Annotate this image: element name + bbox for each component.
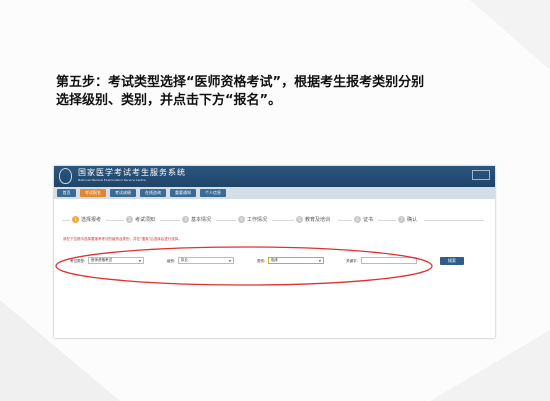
progress-steps: 1 选择报考 2 考试须知 3 基本情况 4 工作情况 5 教育及培训 6 证书…	[62, 215, 487, 225]
nav-item-notices[interactable]: 重要通知	[170, 189, 196, 197]
step-6-label: 证书	[363, 217, 374, 223]
instruction-line-1: 第五步：考试类型选择“医师资格考试”，根据考生报考类别分别	[56, 75, 425, 90]
nav-item-exam-registration[interactable]: 考试报名	[80, 189, 106, 197]
step-5-circle: 5	[296, 216, 303, 223]
exam-type-value: 医师资格考试	[91, 258, 112, 262]
nav-item-profile[interactable]: 个人信息	[200, 189, 226, 197]
main-nav: 首页 考试报名 考试成绩 在线咨询 重要通知 个人信息	[54, 187, 495, 199]
step-connector	[106, 220, 124, 221]
step-connector	[424, 220, 484, 221]
site-title: 国家医学考试考生服务系统	[78, 168, 186, 177]
step-5-label: 教育及培训	[305, 217, 331, 223]
step-connector	[216, 220, 236, 221]
instruction-line-2: 选择级别、类别，并点击下方“报名”。	[56, 93, 282, 108]
nav-item-home[interactable]: 首页	[57, 189, 76, 197]
category-label: 类别:	[257, 259, 266, 263]
step-connector	[338, 220, 352, 221]
keyword-input[interactable]	[361, 257, 417, 264]
search-button[interactable]: 搜索	[440, 257, 464, 265]
emblem-icon	[59, 168, 72, 184]
step-4-label: 工作情况	[247, 217, 268, 223]
exam-type-select[interactable]: 医师资格考试 ▼	[88, 257, 144, 264]
step-1-circle: 1	[72, 216, 79, 223]
step-connector	[378, 220, 396, 221]
step-connector	[272, 220, 294, 221]
site-header: 国家医学考试考生服务系统 National Medical Examinatio…	[54, 166, 495, 187]
level-label: 级别:	[167, 259, 176, 263]
step-connector	[62, 220, 70, 221]
category-value: 临床	[271, 258, 278, 262]
exam-type-label: 考试类型:	[70, 259, 86, 263]
chevron-down-icon: ▼	[318, 259, 321, 263]
embedded-screenshot: 国家医学考试考生服务系统 National Medical Examinatio…	[54, 166, 495, 338]
nav-item-exam-scores[interactable]: 考试成绩	[110, 189, 136, 197]
step-7-label: 确认	[407, 217, 418, 223]
category-select[interactable]: 临床 ▼	[268, 257, 324, 264]
step-2-label: 考试须知	[135, 217, 156, 223]
chevron-down-icon: ▼	[138, 259, 141, 263]
step-4-circle: 4	[238, 216, 245, 223]
user-menu-button[interactable]	[472, 170, 490, 180]
step-2-circle: 2	[126, 216, 133, 223]
instruction-notice: 请在下拉框中选择要报考考试的级别及类别，并在"搜索"后选择后进行选择。	[63, 237, 182, 241]
step-1-label: 选择报考	[81, 217, 102, 223]
level-select[interactable]: 执业 ▼	[178, 257, 234, 264]
site-subtitle: National Medical Examination Service Cen…	[78, 178, 146, 182]
level-value: 执业	[181, 258, 188, 262]
keyword-label: 关键字:	[346, 259, 358, 263]
nav-item-online-consult[interactable]: 在线咨询	[140, 189, 166, 197]
step-7-circle: 7	[398, 216, 405, 223]
instruction-text: 第五步：考试类型选择“医师资格考试”，根据考生报考类别分别 选择级别、类别，并点…	[56, 74, 516, 110]
step-3-label: 基本情况	[191, 217, 212, 223]
step-6-circle: 6	[354, 216, 361, 223]
step-3-circle: 3	[182, 216, 189, 223]
chevron-down-icon: ▼	[228, 259, 231, 263]
step-connector	[160, 220, 180, 221]
